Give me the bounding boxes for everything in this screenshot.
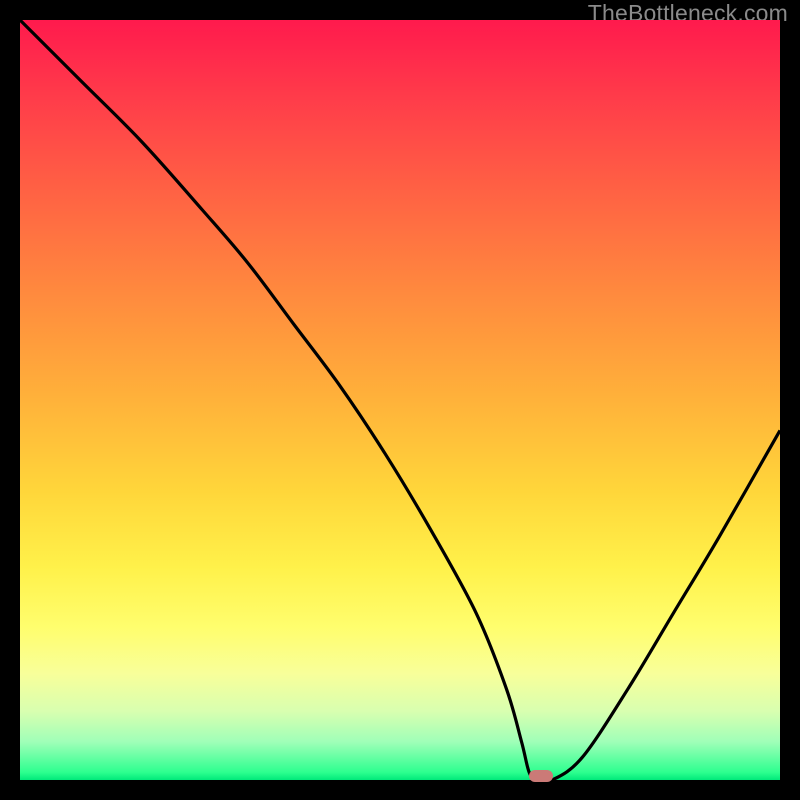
optimal-point-marker (529, 770, 553, 782)
curve-path (20, 20, 780, 782)
bottleneck-curve (20, 20, 780, 780)
chart-frame: TheBottleneck.com (0, 0, 800, 800)
